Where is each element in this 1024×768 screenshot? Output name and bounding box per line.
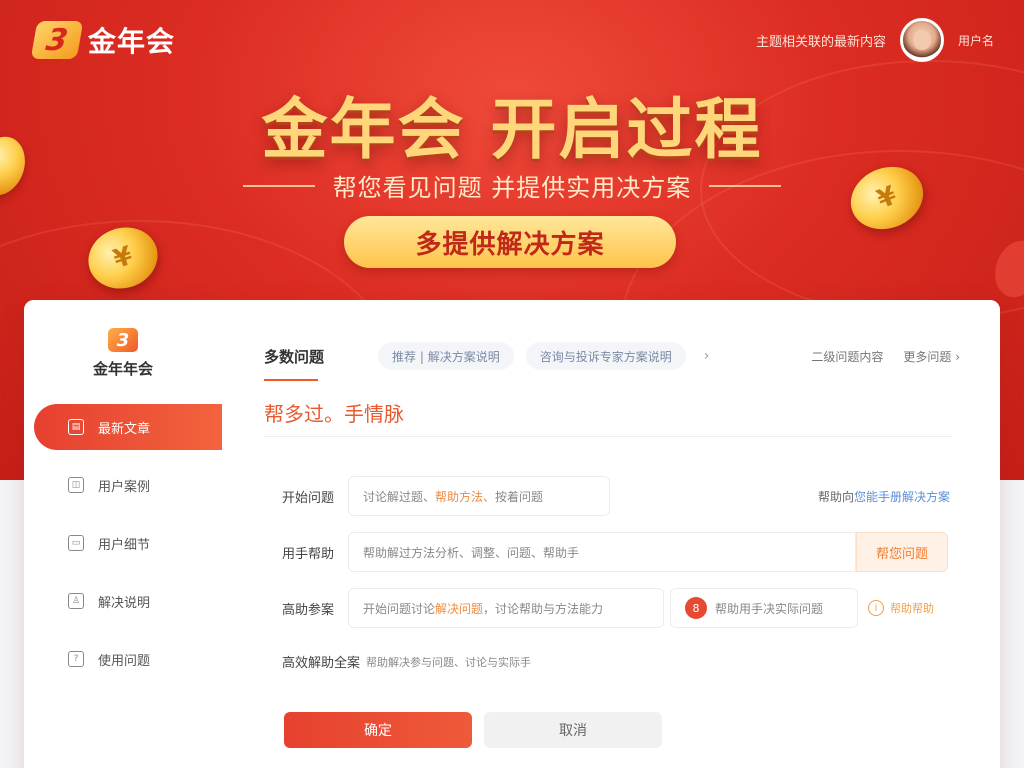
- advanced-field[interactable]: 开始问题讨论 解决问题 ，讨论帮助与方法能力: [348, 588, 664, 628]
- help-submit-button[interactable]: 帮您问题: [856, 532, 948, 572]
- tab-right-links: 二级问题内容 更多问题 ›: [811, 348, 960, 365]
- tab-active[interactable]: 多数问题: [264, 346, 324, 381]
- info-text: 帮助帮助: [890, 602, 934, 615]
- user-icon: ♙: [68, 593, 84, 609]
- sidebar-item-usage-questions[interactable]: ? 使用问题: [34, 636, 222, 682]
- field-highlight: 解决问题: [435, 601, 484, 616]
- section-title: 帮多过。手情脉: [264, 402, 404, 426]
- main-card: 3 金年年会 ▤ 最新文章 ◫ 用户案例 ▭ 用户细节 ♙ 解决说明 ? 使用问…: [24, 300, 1000, 768]
- divider-line: [242, 184, 315, 187]
- document-icon: ▤: [68, 419, 84, 435]
- hero-title: 金年会 开启过程: [261, 91, 763, 168]
- sidebar-item-label: 使用问题: [98, 653, 151, 669]
- help-field[interactable]: 帮助解过方法分析、调整、问题、帮助手: [348, 532, 856, 572]
- field-text-tail: ，讨论帮助与方法能力: [483, 601, 604, 616]
- cancel-button[interactable]: 取消: [484, 712, 662, 748]
- sidebar-item-label: 最新文章: [98, 421, 151, 437]
- info-item[interactable]: i 帮助帮助: [868, 600, 934, 616]
- sidebar: 3 金年年会 ▤ 最新文章 ◫ 用户案例 ▭ 用户细节 ♙ 解决说明 ? 使用问…: [24, 300, 222, 768]
- field-text-tail: 按着问题: [495, 489, 544, 504]
- row-label: 高效解助全案: [282, 656, 361, 671]
- tab-pill-recommend[interactable]: 推荐 | 解决方案说明: [378, 342, 514, 370]
- info-icon: i: [868, 600, 884, 616]
- brand-name: 金年会: [88, 25, 176, 58]
- hero-cta-button[interactable]: 多提供解决方案: [344, 216, 676, 268]
- sidebar-item-label: 用户细节: [98, 537, 151, 553]
- brand-logo[interactable]: 3 金年会: [30, 20, 176, 60]
- sidebar-item-user-cases[interactable]: ◫ 用户案例: [34, 462, 222, 508]
- section-divider: [264, 436, 952, 437]
- header-link[interactable]: 主题相关联的最新内容: [756, 31, 886, 50]
- sidebar-item-user-details[interactable]: ▭ 用户细节: [34, 520, 222, 566]
- form-row-start: 开始问题 讨论解过题、 帮助方法、 按着问题: [282, 476, 610, 516]
- field-text: 讨论解过题、: [363, 489, 436, 504]
- sidebar-logo[interactable]: 3 金年年会: [24, 328, 222, 379]
- tab-bar: 多数问题 推荐 | 解决方案说明 咨询与投诉专家方案说明 › 二级问题内容 更多…: [264, 338, 960, 381]
- field-text: 帮助解过方法分析、调整、问题、帮助手: [363, 545, 580, 560]
- sidebar-logo-text: 金年年会: [92, 360, 153, 378]
- sidebar-item-solutions[interactable]: ♙ 解决说明: [34, 578, 222, 624]
- row-label: 开始问题: [282, 490, 335, 506]
- row-value: 帮助解决参与问题、讨论与实际手: [366, 655, 532, 669]
- tab-link-more[interactable]: 更多问题 ›: [903, 348, 960, 365]
- count-badge: 8: [685, 597, 707, 619]
- chevron-right-icon[interactable]: ›: [704, 348, 710, 364]
- sidebar-item-latest-articles[interactable]: ▤ 最新文章: [34, 404, 222, 450]
- help-link[interactable]: 您能手册解决方案: [854, 490, 950, 504]
- row-label: 用手帮助: [282, 546, 335, 562]
- field-text: 开始问题讨论: [363, 601, 436, 616]
- form-row-help: 用手帮助 帮助解过方法分析、调整、问题、帮助手 帮您问题: [282, 532, 948, 572]
- field-highlight: 帮助方法、: [435, 489, 496, 504]
- badge-text: 帮助用手决实际问题: [715, 601, 824, 616]
- hero-subtitle: 帮您看见问题 并提供实用决方案: [332, 174, 692, 202]
- avatar[interactable]: [899, 18, 944, 62]
- sidebar-item-label: 解决说明: [98, 595, 151, 611]
- chat-icon: ?: [68, 651, 84, 667]
- badge-field[interactable]: 8 帮助用手决实际问题: [670, 588, 858, 628]
- form-row-efficient: 高效解助全案 帮助解决参与问题、讨论与实际手: [282, 652, 532, 672]
- sidebar-nav: ▤ 最新文章 ◫ 用户案例 ▭ 用户细节 ♙ 解决说明 ? 使用问题: [34, 404, 222, 694]
- divider-line: [709, 184, 782, 187]
- logo-mark-icon: 3: [30, 21, 84, 59]
- logo-mark-icon: 3: [108, 328, 138, 352]
- row-label: 高助参案: [282, 602, 335, 618]
- main-content: 多数问题 推荐 | 解决方案说明 咨询与投诉专家方案说明 › 二级问题内容 更多…: [222, 300, 1000, 768]
- help-prefix: 帮助向: [817, 490, 854, 504]
- card-icon: ▭: [68, 535, 84, 551]
- tab-pill-consult[interactable]: 咨询与投诉专家方案说明: [525, 342, 686, 370]
- confirm-button[interactable]: 确定: [284, 712, 472, 748]
- form-row-advanced: 高助参案 开始问题讨论 解决问题 ，讨论帮助与方法能力 8 帮助用手决实际问题 …: [282, 588, 934, 628]
- tab-link-secondary[interactable]: 二级问题内容: [811, 348, 883, 365]
- avatar-face-icon: [912, 30, 931, 50]
- start-field[interactable]: 讨论解过题、 帮助方法、 按着问题: [348, 476, 610, 516]
- case-icon: ◫: [68, 477, 84, 493]
- sidebar-item-label: 用户案例: [98, 479, 151, 495]
- user-name[interactable]: 用户名: [958, 32, 994, 49]
- header-right: 主题相关联的最新内容 用户名: [756, 18, 994, 62]
- help-link-row: 帮助向您能手册解决方案: [818, 488, 950, 505]
